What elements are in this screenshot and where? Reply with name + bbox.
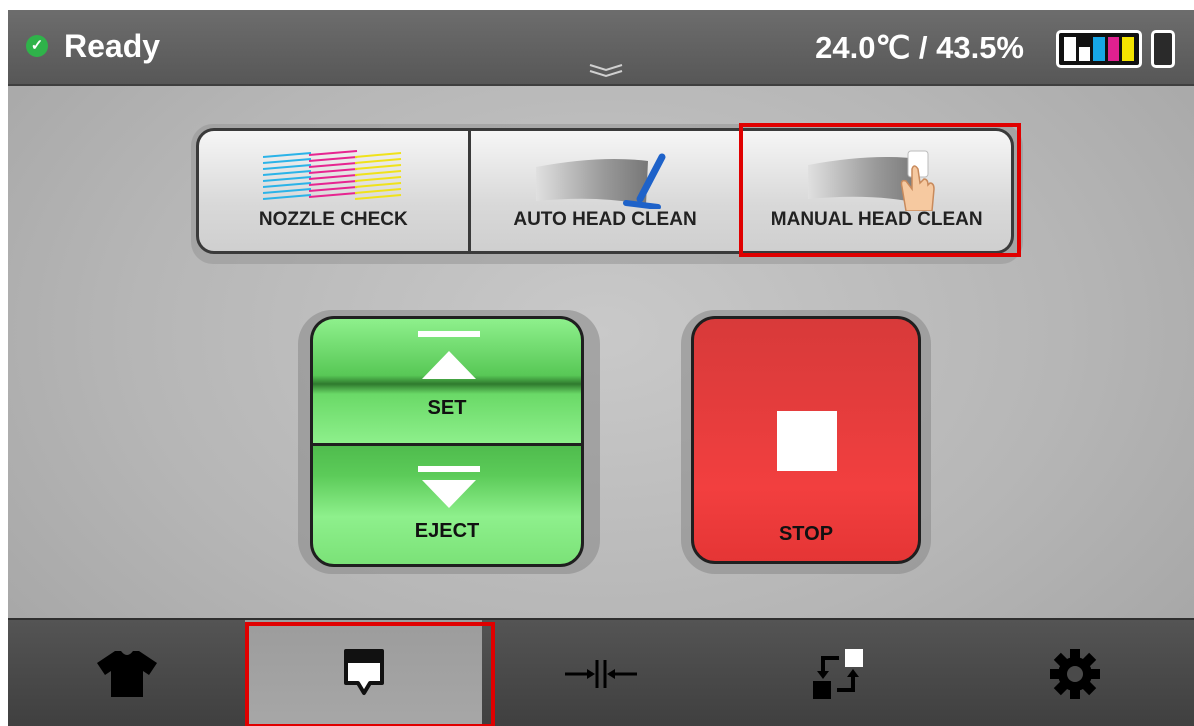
maintenance-buttons: NOZZLE CHECK AUTO HEAD CLEAN MANUAL HEAD… [196,128,1014,254]
status-bar: ✓ Ready 24.0℃ / 43.5% [8,10,1194,86]
replace-icon [813,649,864,699]
stop-button[interactable]: STOP [691,316,921,564]
tab-maintenance[interactable] [245,620,483,726]
tshirt-icon [96,651,157,697]
ink-bar-white-2 [1078,46,1091,61]
ink-level-icon[interactable] [1056,30,1142,68]
double-chevron-down-icon[interactable] [586,62,626,78]
tab-settings[interactable] [957,620,1194,726]
up-arrow-icon [418,331,480,379]
set-label: SET [427,397,467,419]
tab-alignment[interactable] [482,620,719,726]
align-center-icon [565,660,637,688]
ink-bar-yellow [1122,37,1134,61]
set-button[interactable]: SET [310,316,584,444]
nozzle-check-pattern-icon [263,150,402,200]
stop-square-icon [777,411,837,471]
nozzle-check-label: NOZZLE CHECK [258,209,408,230]
check-circle-icon: ✓ [26,35,48,57]
maintenance-icon [343,649,384,695]
printer-screen: ✓ Ready 24.0℃ / 43.5% NOZZLE CHECK AUTO … [8,10,1194,726]
gear-icon [1050,649,1101,699]
auto-head-clean-label: AUTO HEAD CLEAN [513,209,697,230]
temperature-humidity: 24.0℃ / 43.5% [815,30,1024,65]
bottom-nav [8,618,1194,726]
down-arrow-icon [418,466,480,508]
manual-head-clean-button[interactable]: MANUAL HEAD CLEAN [742,131,1011,251]
hand-wipe-icon [807,150,935,211]
wiper-icon [536,153,666,209]
manual-head-clean-label: MANUAL HEAD CLEAN [770,209,983,230]
eject-button[interactable]: EJECT [310,443,584,567]
auto-head-clean-button[interactable]: AUTO HEAD CLEAN [470,131,740,251]
ink-bar-magenta [1107,37,1120,61]
tab-print[interactable] [8,620,245,726]
nozzle-check-button[interactable]: NOZZLE CHECK [199,131,468,251]
waste-ink-icon[interactable] [1151,30,1175,68]
status-text: Ready [64,28,161,64]
ink-bar-white-1 [1064,37,1076,61]
eject-label: EJECT [414,520,480,542]
ink-bar-cyan [1093,37,1105,61]
stop-label: STOP [778,523,834,545]
tab-replace[interactable] [720,620,957,726]
